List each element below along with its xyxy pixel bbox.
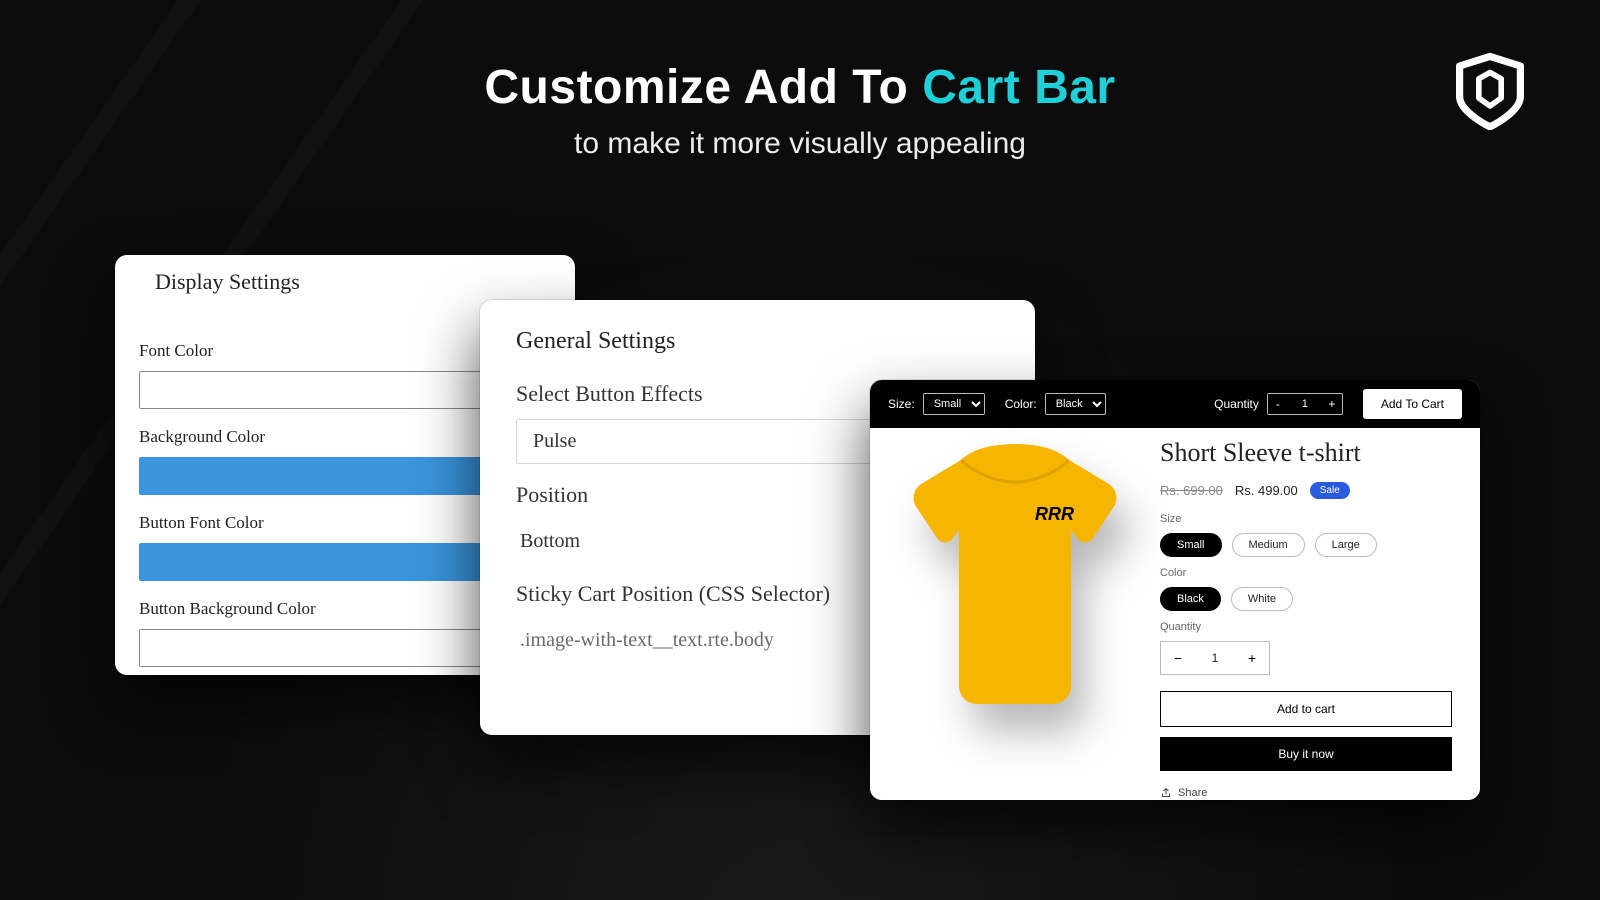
- share-link[interactable]: Share: [1160, 787, 1452, 799]
- sticky-qty-plus[interactable]: +: [1322, 393, 1342, 415]
- sticky-color-select[interactable]: Black: [1045, 393, 1106, 415]
- qty-value: 1: [1195, 651, 1235, 665]
- sticky-add-to-cart-bar: Size: Small Color: Black Quantity - 1 + …: [870, 380, 1480, 428]
- size-option-medium[interactable]: Medium: [1232, 533, 1305, 557]
- qty-minus-button[interactable]: −: [1161, 642, 1195, 674]
- sticky-add-to-cart-button[interactable]: Add To Cart: [1363, 389, 1462, 419]
- price-sale: Rs. 499.00: [1235, 483, 1298, 498]
- sticky-quantity-stepper[interactable]: - 1 +: [1267, 393, 1343, 415]
- sticky-qty-minus[interactable]: -: [1268, 393, 1288, 415]
- add-to-cart-button[interactable]: Add to cart: [1160, 691, 1452, 727]
- page-headline: Customize Add To Cart Bar to make it mor…: [0, 60, 1600, 161]
- product-image: RRR: [870, 428, 1160, 800]
- sticky-size-label: Size:: [888, 397, 915, 411]
- headline-accent: Cart Bar: [922, 61, 1115, 114]
- headline-subtitle: to make it more visually appealing: [0, 127, 1600, 161]
- sticky-qty-value: 1: [1288, 398, 1322, 410]
- size-option-large[interactable]: Large: [1315, 533, 1377, 557]
- product-title: Short Sleeve t-shirt: [1160, 438, 1452, 468]
- quantity-option-label: Quantity: [1160, 621, 1452, 633]
- size-option-label: Size: [1160, 513, 1452, 525]
- price-original: Rs. 699.00: [1160, 483, 1223, 498]
- product-preview-panel: Size: Small Color: Black Quantity - 1 + …: [870, 380, 1480, 800]
- share-icon: [1160, 787, 1172, 799]
- size-options: Small Medium Large: [1160, 533, 1452, 557]
- share-label: Share: [1178, 787, 1207, 799]
- color-option-black[interactable]: Black: [1160, 587, 1221, 611]
- color-option-white[interactable]: White: [1231, 587, 1293, 611]
- svg-text:RRR: RRR: [1035, 504, 1074, 524]
- color-options: Black White: [1160, 587, 1452, 611]
- shield-logo-icon: [1450, 50, 1530, 130]
- sticky-quantity-label: Quantity: [1214, 397, 1259, 411]
- brand-logo: [1450, 50, 1530, 130]
- sticky-color-label: Color:: [1005, 397, 1037, 411]
- quantity-stepper[interactable]: − 1 +: [1160, 641, 1270, 675]
- size-option-small[interactable]: Small: [1160, 533, 1222, 557]
- sticky-size-select[interactable]: Small: [923, 393, 985, 415]
- headline-part1: Customize Add To: [484, 61, 922, 114]
- color-option-label: Color: [1160, 567, 1452, 579]
- qty-plus-button[interactable]: +: [1235, 642, 1269, 674]
- tshirt-icon: RRR: [895, 442, 1135, 722]
- sale-badge: Sale: [1310, 482, 1350, 499]
- buy-now-button[interactable]: Buy it now: [1160, 737, 1452, 771]
- general-settings-title: General Settings: [516, 328, 999, 355]
